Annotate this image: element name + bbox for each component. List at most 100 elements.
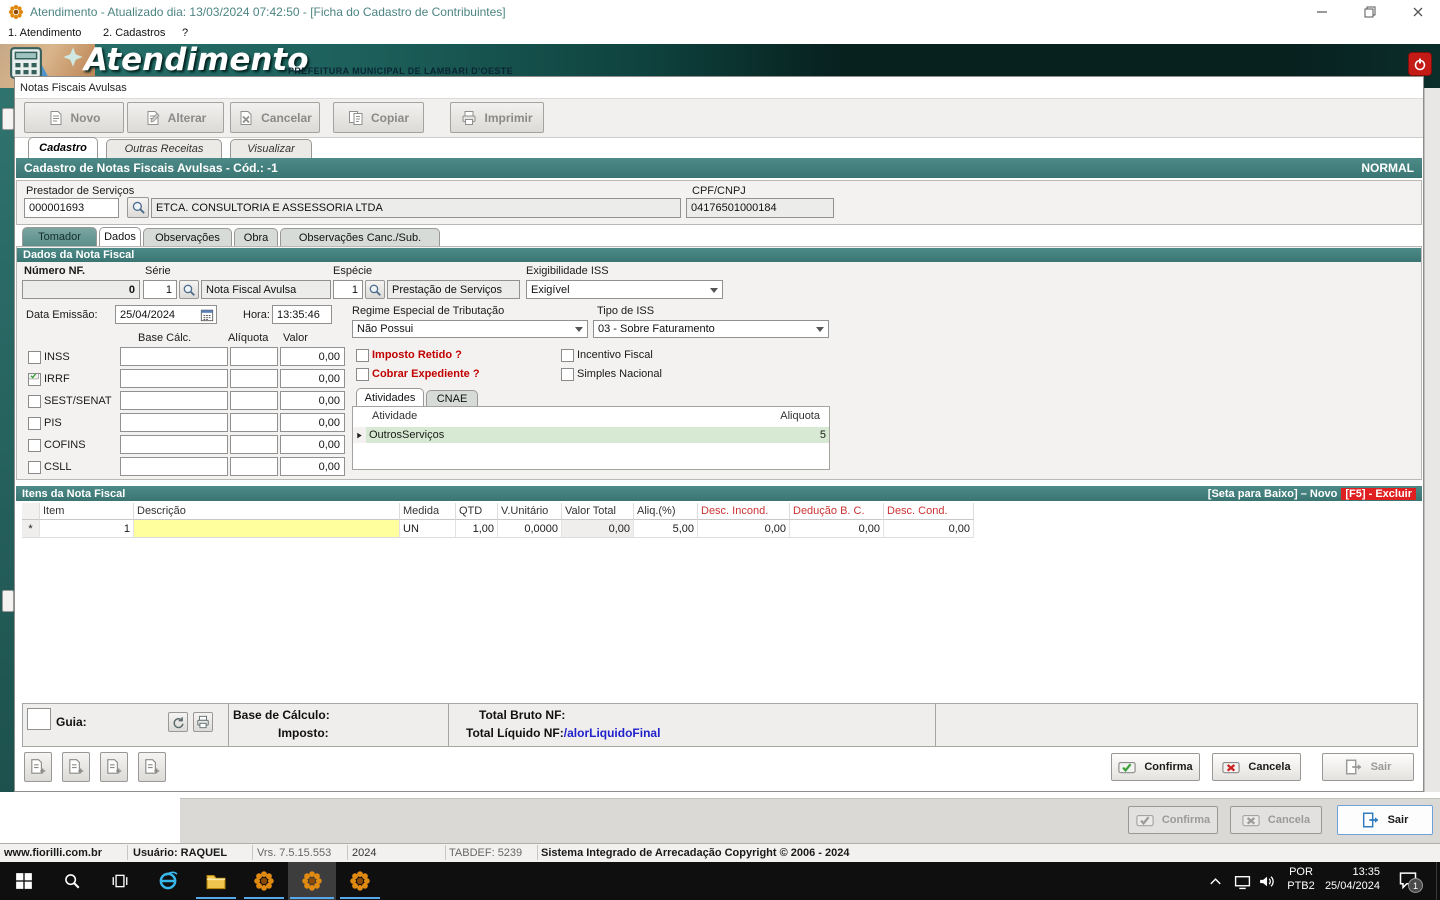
tray-clock-date[interactable]: 25/04/2024 bbox=[1318, 880, 1380, 892]
calendar-icon[interactable] bbox=[200, 308, 214, 322]
especie-search-button[interactable] bbox=[365, 280, 385, 299]
especie-field[interactable]: 1 bbox=[333, 280, 363, 299]
imprimir-button[interactable]: Imprimir bbox=[450, 102, 544, 133]
pis-base-field[interactable] bbox=[120, 413, 228, 432]
guia-field[interactable] bbox=[27, 708, 51, 730]
tray-language-line1[interactable]: POR bbox=[1284, 866, 1318, 878]
tray-language-line2[interactable]: PTB2 bbox=[1284, 880, 1318, 892]
irrf-checkbox[interactable] bbox=[28, 373, 41, 386]
atividade-row[interactable]: OutrosServiços 5 bbox=[366, 427, 829, 443]
incentivo-fiscal-checkbox[interactable] bbox=[561, 349, 574, 362]
outer-confirma-button[interactable]: Confirma bbox=[1128, 806, 1218, 834]
guia-refresh-button[interactable] bbox=[168, 712, 188, 732]
nav-first-button[interactable] bbox=[24, 752, 52, 782]
task-view-button[interactable] bbox=[96, 862, 144, 900]
confirma-button[interactable]: Confirma bbox=[1111, 753, 1200, 781]
sest-senat-valor-field[interactable]: 0,00 bbox=[280, 391, 345, 410]
prestador-name-field[interactable]: ETCA. CONSULTORIA E ASSESSORIA LTDA bbox=[151, 198, 681, 218]
menu-cadastros[interactable]: 2. Cadastros bbox=[103, 27, 165, 39]
inss-valor-field[interactable]: 0,00 bbox=[280, 347, 345, 366]
irrf-valor-field[interactable]: 0,00 bbox=[280, 369, 345, 388]
item-row-descricao[interactable] bbox=[134, 520, 400, 538]
item-row-number[interactable]: 1 bbox=[40, 520, 134, 538]
pis-checkbox[interactable] bbox=[28, 417, 41, 430]
csll-valor-field[interactable]: 0,00 bbox=[280, 457, 345, 476]
outer-cancela-button[interactable]: Cancela bbox=[1230, 806, 1322, 834]
imposto-retido-checkbox[interactable] bbox=[356, 349, 369, 362]
cancelar-button[interactable]: Cancelar bbox=[230, 102, 320, 133]
cofins-valor-field[interactable]: 0,00 bbox=[280, 435, 345, 454]
tab-tomador[interactable]: Tomador bbox=[22, 227, 97, 246]
power-button[interactable] bbox=[1408, 52, 1432, 76]
inss-aliquota-field[interactable] bbox=[230, 347, 278, 366]
pis-aliquota-field[interactable] bbox=[230, 413, 278, 432]
item-row-aliq[interactable]: 5,00 bbox=[634, 520, 698, 538]
serie-field[interactable]: 1 bbox=[143, 280, 177, 299]
item-row-qtd[interactable]: 1,00 bbox=[456, 520, 498, 538]
internet-explorer-button[interactable] bbox=[144, 862, 192, 900]
csll-checkbox[interactable] bbox=[28, 461, 41, 474]
tab-cadastro[interactable]: Cadastro bbox=[28, 137, 98, 158]
pis-valor-field[interactable]: 0,00 bbox=[280, 413, 345, 432]
tipo-iss-select[interactable]: 03 - Sobre Faturamento bbox=[593, 320, 829, 338]
cofins-base-field[interactable] bbox=[120, 435, 228, 454]
csll-base-field[interactable] bbox=[120, 457, 228, 476]
simples-nacional-checkbox[interactable] bbox=[561, 368, 574, 381]
start-button[interactable] bbox=[0, 862, 48, 900]
guia-print-button[interactable] bbox=[193, 712, 213, 732]
nav-last-button[interactable] bbox=[138, 752, 166, 782]
nav-next-button[interactable] bbox=[100, 752, 128, 782]
item-row-vunitario[interactable]: 0,0000 bbox=[498, 520, 562, 538]
taskbar-search-button[interactable] bbox=[48, 862, 96, 900]
action-center-button[interactable]: 1 bbox=[1398, 870, 1418, 890]
tab-obra[interactable]: Obra bbox=[234, 228, 278, 246]
regime-select[interactable]: Não Possui bbox=[352, 320, 588, 338]
fiorilli-app2-button-active[interactable] bbox=[288, 862, 336, 900]
fiorilli-app3-button[interactable] bbox=[336, 862, 384, 900]
alterar-button[interactable]: Alterar bbox=[127, 102, 224, 133]
menu-atendimento[interactable]: 1. Atendimento bbox=[8, 27, 81, 39]
prestador-search-button[interactable] bbox=[127, 197, 149, 218]
cpf-cnpj-field[interactable]: 04176501000184 bbox=[686, 198, 834, 218]
nav-prev-button[interactable] bbox=[62, 752, 90, 782]
sair-button-disabled[interactable]: Sair bbox=[1322, 753, 1414, 781]
data-emissao-field[interactable]: 25/04/2024 bbox=[115, 305, 217, 324]
show-desktop-button[interactable] bbox=[1436, 862, 1440, 900]
cobrar-expediente-checkbox[interactable] bbox=[356, 368, 369, 381]
file-explorer-button[interactable] bbox=[192, 862, 240, 900]
tab-outras-receitas[interactable]: Outras Receitas bbox=[106, 139, 222, 158]
prestador-code-field[interactable]: 000001693 bbox=[24, 198, 119, 218]
cofins-aliquota-field[interactable] bbox=[230, 435, 278, 454]
cofins-checkbox[interactable] bbox=[28, 439, 41, 452]
tray-chevron-up[interactable] bbox=[1208, 874, 1223, 889]
serie-search-button[interactable] bbox=[179, 280, 199, 299]
close-button[interactable] bbox=[1396, 0, 1440, 23]
tray-volume[interactable] bbox=[1258, 873, 1275, 890]
cancela-button[interactable]: Cancela bbox=[1212, 753, 1301, 781]
numero-nf-field[interactable]: 0 bbox=[22, 280, 140, 299]
tab-cnae[interactable]: CNAE bbox=[426, 390, 478, 406]
copiar-button[interactable]: Copiar bbox=[333, 102, 424, 133]
exigibilidade-select[interactable]: Exigível bbox=[526, 280, 723, 299]
tab-visualizar[interactable]: Visualizar bbox=[230, 139, 312, 158]
inss-base-field[interactable] bbox=[120, 347, 228, 366]
novo-button[interactable]: Novo bbox=[24, 102, 124, 133]
sest-senat-base-field[interactable] bbox=[120, 391, 228, 410]
sest-senat-checkbox[interactable] bbox=[28, 395, 41, 408]
minimize-button[interactable] bbox=[1300, 0, 1344, 23]
hora-field[interactable]: 13:35:46 bbox=[272, 305, 332, 324]
fiorilli-app1-button[interactable] bbox=[240, 862, 288, 900]
tray-network[interactable] bbox=[1234, 873, 1251, 890]
csll-aliquota-field[interactable] bbox=[230, 457, 278, 476]
tab-atividades[interactable]: Atividades bbox=[356, 388, 424, 406]
irrf-base-field[interactable] bbox=[120, 369, 228, 388]
tab-obs-canc-sub[interactable]: Observações Canc./Sub. bbox=[280, 228, 440, 246]
menu-help[interactable]: ? bbox=[182, 27, 188, 39]
sest-senat-aliquota-field[interactable] bbox=[230, 391, 278, 410]
outer-sair-button[interactable]: Sair bbox=[1337, 805, 1433, 835]
item-row-desc-incond[interactable]: 0,00 bbox=[698, 520, 790, 538]
irrf-aliquota-field[interactable] bbox=[230, 369, 278, 388]
tray-clock-time[interactable]: 13:35 bbox=[1318, 866, 1380, 878]
item-row-deducao[interactable]: 0,00 bbox=[790, 520, 884, 538]
item-row-desc-cond[interactable]: 0,00 bbox=[884, 520, 974, 538]
